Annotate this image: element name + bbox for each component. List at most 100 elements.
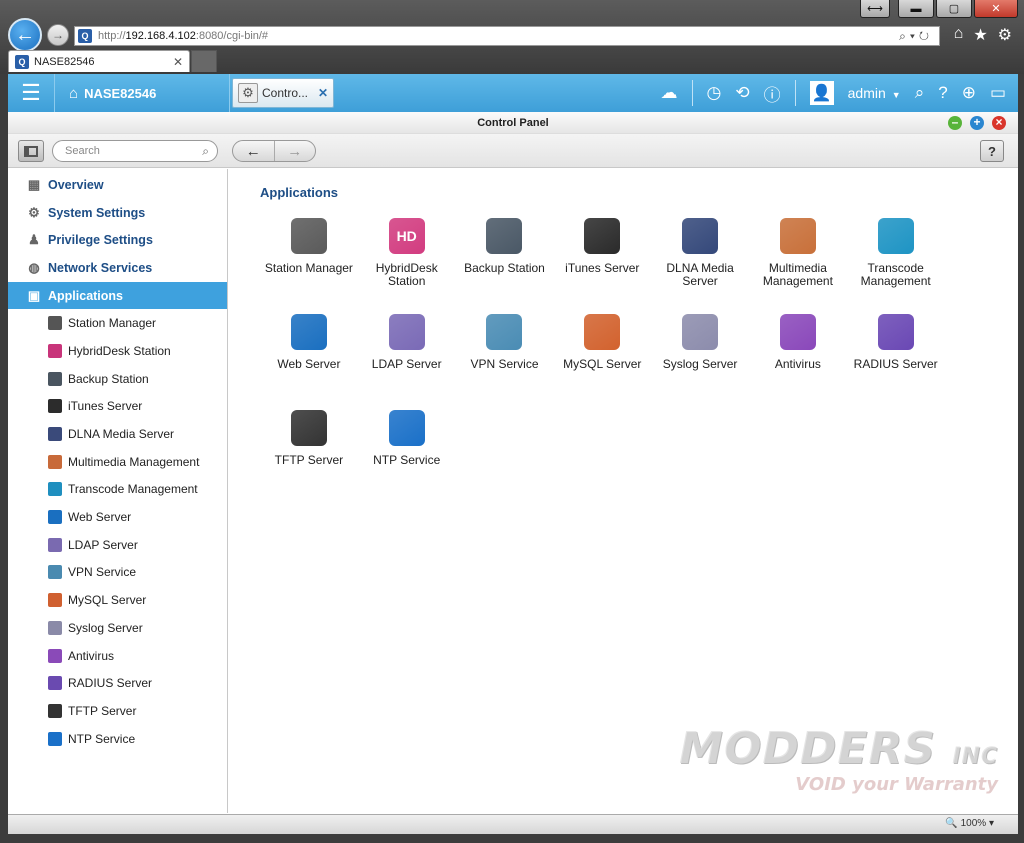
app-transcode-management[interactable]: Transcode Management — [847, 218, 945, 314]
section-title: Applications — [260, 185, 339, 200]
sidebar-subitem-hybriddesk-station[interactable]: HybridDesk Station — [8, 337, 227, 365]
help-button[interactable]: ? — [980, 140, 1004, 162]
sidebar-subitem-ntp-service[interactable]: NTP Service — [8, 725, 227, 753]
app-tab-control-panel[interactable]: ⚙ Contro... ✕ — [232, 78, 334, 108]
sidebar-subitem-syslog-server[interactable]: Syslog Server — [8, 614, 227, 642]
sidebar-subitem-mysql-server[interactable]: MySQL Server — [8, 586, 227, 614]
sidebar-subitem-tftp-server[interactable]: TFTP Server — [8, 697, 227, 725]
toggle-sidebar-button[interactable] — [18, 140, 44, 162]
sidebar-subitem-label: RADIUS Server — [68, 676, 153, 691]
sidebar-subitem-itunes-server[interactable]: iTunes Server — [8, 393, 227, 421]
multimedia-management-icon — [48, 454, 62, 469]
monitor-icon[interactable]: ▭ — [990, 83, 1006, 103]
app-ntp-service[interactable]: NTP Service — [358, 410, 456, 506]
menu-icon[interactable]: ☰ — [8, 74, 54, 112]
help-icon[interactable]: ? — [938, 83, 947, 103]
mysql-server-icon — [48, 593, 62, 608]
app-tftp-server[interactable]: TFTP Server — [260, 410, 358, 506]
watermark-tagline: VOID your Warranty — [795, 774, 998, 795]
sidebar-subitem-antivirus[interactable]: Antivirus — [8, 642, 227, 670]
window-titlebar: Control Panel – + × — [8, 112, 1018, 134]
clock-icon[interactable]: ◷ — [707, 83, 722, 103]
browser-tools: ⌂ ★ ⚙ — [954, 25, 1012, 45]
app-label: HybridDesk Station — [375, 261, 438, 288]
antivirus-icon — [48, 648, 62, 663]
expand-icon[interactable]: ⟷ — [860, 0, 890, 18]
sidebar-subitem-label: iTunes Server — [68, 399, 143, 414]
sidebar-subitem-dlna-media-server[interactable]: DLNA Media Server — [8, 420, 227, 448]
app-multimedia-management[interactable]: Multimedia Management — [749, 218, 847, 314]
back-button[interactable]: ← — [233, 141, 274, 161]
forward-button[interactable]: → — [273, 141, 316, 161]
browser-forward-button[interactable]: → — [47, 24, 69, 46]
app-web-server[interactable]: Web Server — [260, 314, 358, 410]
avatar[interactable]: 👤 — [809, 81, 834, 105]
sidebar-subitem-web-server[interactable]: Web Server — [8, 503, 227, 531]
sidebar-subitem-backup-station[interactable]: Backup Station — [8, 365, 227, 393]
host-home-button[interactable]: ⌂ NASE82546 — [54, 74, 230, 112]
mysql-server-icon — [584, 314, 621, 350]
browser-tab[interactable]: Q NASE82546 ✕ — [8, 50, 190, 72]
minimize-icon[interactable]: – — [948, 116, 962, 130]
sidebar-subitem-transcode-management[interactable]: Transcode Management — [8, 476, 227, 504]
info-icon[interactable]: ⓘ — [764, 81, 781, 106]
address-bar[interactable]: Q http://192.168.4.102:8080/cgi-bin/# ⌕▾… — [74, 26, 940, 46]
sidebar-subitem-station-manager[interactable]: Station Manager — [8, 309, 227, 337]
app-syslog-server[interactable]: Syslog Server — [651, 314, 749, 410]
app-backup-station[interactable]: Backup Station — [456, 218, 554, 314]
address-tools[interactable]: ⌕▾↻ — [899, 29, 939, 44]
sidebar-subitem-radius-server[interactable]: RADIUS Server — [8, 669, 227, 697]
web-server-icon — [48, 510, 62, 525]
app-ldap-server[interactable]: LDAP Server — [358, 314, 456, 410]
sidebar-item-network-services[interactable]: ◍ Network Services — [8, 254, 227, 282]
zoom-level[interactable]: 🔍 100% ▾ — [945, 818, 994, 829]
dlna-media-server-icon — [682, 218, 719, 254]
gear-icon[interactable]: ⚙ — [998, 25, 1012, 45]
app-station-manager[interactable]: Station Manager — [260, 218, 358, 314]
sidebar-subitem-label: NTP Service — [68, 731, 136, 746]
app-dlna-media-server[interactable]: DLNA Media Server — [651, 218, 749, 314]
maximize-icon[interactable]: + — [970, 116, 984, 130]
minimize-button[interactable]: ▬ — [898, 0, 934, 18]
app-label: TFTP Server — [274, 453, 344, 467]
language-globe-icon[interactable]: ⊕ — [962, 83, 976, 103]
search-box[interactable]: ⌕ — [52, 140, 218, 162]
search-icon[interactable]: ⌕ — [202, 144, 209, 159]
home-icon: ⌂ — [69, 84, 79, 102]
sync-icon[interactable]: ⟲ — [735, 83, 749, 103]
app-label: VPN Service — [470, 357, 539, 371]
app-vpn-service[interactable]: VPN Service — [456, 314, 554, 410]
app-label: iTunes Server — [565, 261, 640, 275]
watermark-inc: INC — [952, 744, 998, 769]
cloud-icon[interactable]: ☁ — [661, 83, 678, 103]
dlna-media-server-icon — [48, 427, 62, 442]
sidebar-item-applications[interactable]: ▣ Applications — [8, 281, 227, 310]
user-menu[interactable]: admin ▼ — [848, 85, 901, 101]
sidebar-item-privilege-settings[interactable]: ♟ Privilege Settings — [8, 226, 227, 254]
home-icon[interactable]: ⌂ — [954, 25, 964, 45]
new-tab-button[interactable] — [191, 50, 217, 72]
app-radius-server[interactable]: RADIUS Server — [847, 314, 945, 410]
sidebar-subitem-label: HybridDesk Station — [68, 343, 171, 358]
search-icon[interactable]: ⌕ — [915, 83, 925, 103]
sidebar-item-overview[interactable]: ▦ Overview — [8, 171, 227, 199]
maximize-button[interactable]: ▢ — [936, 0, 972, 18]
sidebar-subitem-ldap-server[interactable]: LDAP Server — [8, 531, 227, 559]
close-app-tab-icon[interactable]: ✕ — [318, 86, 328, 100]
favorites-star-icon[interactable]: ★ — [973, 25, 987, 45]
app-antivirus[interactable]: Antivirus — [749, 314, 847, 410]
sidebar-subitem-multimedia-management[interactable]: Multimedia Management — [8, 448, 227, 476]
ldap-server-icon — [388, 314, 425, 350]
host-name: NASE82546 — [84, 85, 157, 101]
app-hybriddesk-station[interactable]: HD HybridDesk Station — [358, 218, 456, 314]
app-label: Web Server — [277, 357, 341, 371]
browser-back-button[interactable]: ← — [8, 18, 42, 52]
sidebar-item-system-settings[interactable]: ⚙ System Settings — [8, 199, 227, 227]
app-mysql-server[interactable]: MySQL Server — [553, 314, 651, 410]
close-icon[interactable]: × — [992, 116, 1006, 130]
close-tab-icon[interactable]: ✕ — [173, 55, 183, 69]
close-window-button[interactable]: ✕ — [974, 0, 1018, 18]
sidebar-subitem-vpn-service[interactable]: VPN Service — [8, 559, 227, 587]
search-input[interactable] — [65, 145, 185, 157]
app-itunes-server[interactable]: iTunes Server — [553, 218, 651, 314]
